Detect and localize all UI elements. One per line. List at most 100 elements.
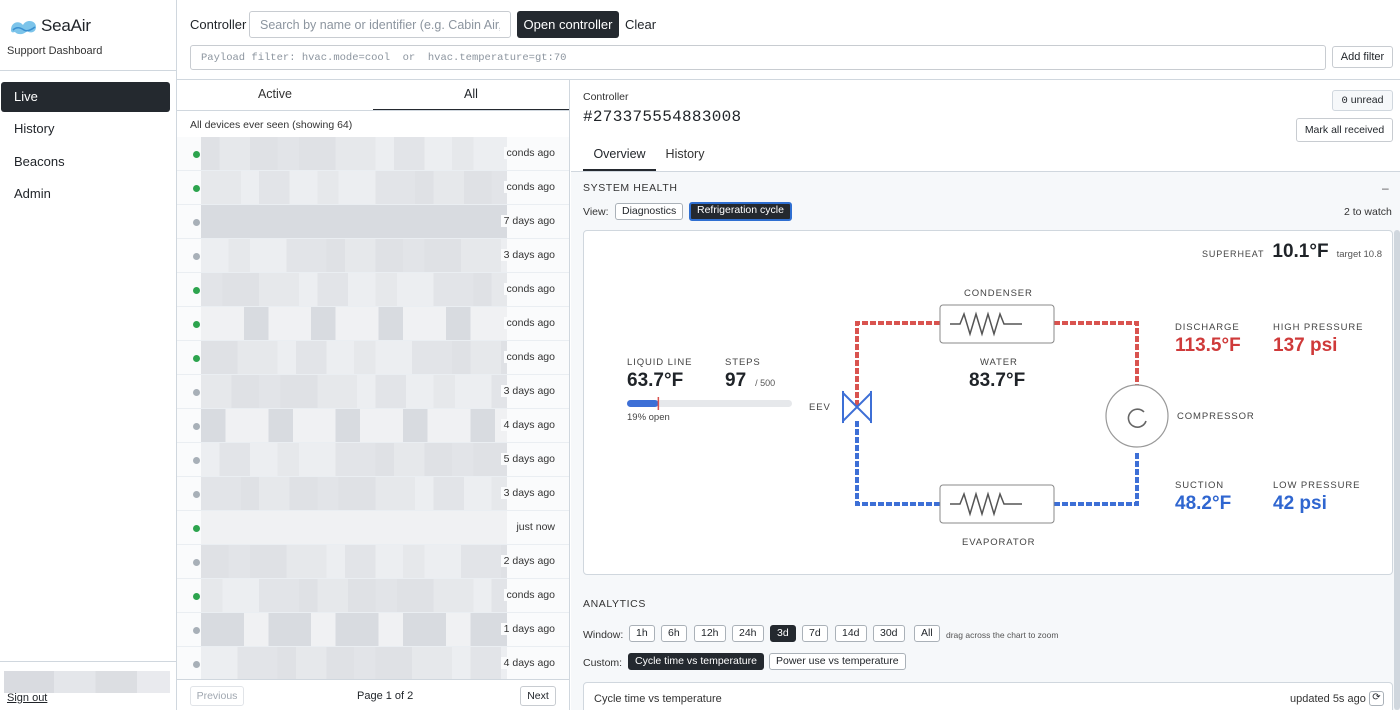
suction-value: 48.2°F: [1175, 493, 1232, 514]
custom-power-use-button[interactable]: Power use vs temperature: [769, 653, 906, 670]
status-offline-icon: [193, 253, 200, 260]
tab-overview[interactable]: Overview: [583, 147, 656, 171]
table-row[interactable]: 3 days ago: [177, 239, 569, 273]
table-row[interactable]: conds ago: [177, 307, 569, 341]
table-row[interactable]: conds ago: [177, 137, 569, 171]
table-row[interactable]: 1 days ago: [177, 613, 569, 647]
redacted-device-name: [201, 273, 507, 306]
device-list: conds ago conds ago 7 days ago 3 days ago co…: [177, 137, 569, 681]
low-pressure-label: LOW PRESSURE: [1273, 480, 1361, 491]
table-row[interactable]: 5 days ago: [177, 443, 569, 477]
controller-detail-panel: Controller #273375554883008 0 unread Mar…: [571, 80, 1400, 710]
high-pressure-value: 137 psi: [1273, 335, 1338, 356]
controller-search-input[interactable]: [249, 11, 511, 38]
table-row[interactable]: 3 days ago: [177, 477, 569, 511]
window-24h-button[interactable]: 24h: [732, 625, 764, 642]
redacted-device-name: [201, 477, 507, 510]
clear-button[interactable]: Clear: [625, 17, 656, 32]
last-seen: 4 days ago: [500, 419, 555, 431]
table-row[interactable]: conds ago: [177, 273, 569, 307]
last-seen: 1 days ago: [500, 623, 555, 635]
table-row[interactable]: 2 days ago: [177, 545, 569, 579]
custom-cycle-time-button[interactable]: Cycle time vs temperature: [628, 653, 764, 670]
window-1h-button[interactable]: 1h: [629, 625, 655, 642]
sidebar-item-live[interactable]: Live: [1, 82, 170, 112]
redacted-device-name: [201, 171, 507, 204]
previous-page-button[interactable]: Previous: [190, 686, 244, 706]
sign-out-link[interactable]: Sign out: [7, 692, 47, 704]
window-12h-button[interactable]: 12h: [694, 625, 726, 642]
open-controller-button[interactable]: Open controller: [517, 11, 619, 38]
water-label: WATER: [980, 357, 1018, 368]
detail-header: Controller #273375554883008 0 unread Mar…: [571, 80, 1400, 172]
payload-filter-input[interactable]: [190, 45, 1326, 70]
user-account-redacted: [4, 671, 170, 693]
view-refrigeration-cycle-button[interactable]: Refrigeration cycle: [689, 202, 792, 221]
steps-value: 97: [725, 370, 747, 391]
compressor-label: COMPRESSOR: [1177, 411, 1255, 422]
drag-hint: drag across the chart to zoom: [946, 630, 1059, 640]
sidebar-item-beacons[interactable]: Beacons: [1, 147, 170, 177]
divider: [0, 661, 176, 662]
redacted-device-name: [201, 307, 507, 340]
status-offline-icon: [193, 219, 200, 226]
table-row[interactable]: 4 days ago: [177, 647, 569, 681]
window-6h-button[interactable]: 6h: [661, 625, 687, 642]
cold-line-right: [1054, 451, 1139, 506]
sidebar-item-history[interactable]: History: [1, 114, 170, 144]
tab-all[interactable]: All: [373, 80, 569, 111]
redacted-device-name: [201, 511, 507, 544]
window-7d-button[interactable]: 7d: [802, 625, 828, 642]
analytics-chart-card: Cycle time vs temperature updated 5s ago…: [583, 682, 1393, 710]
status-online-icon: [193, 355, 200, 362]
high-pressure-label: HIGH PRESSURE: [1273, 322, 1364, 333]
table-row[interactable]: conds ago: [177, 341, 569, 375]
table-row[interactable]: just now: [177, 511, 569, 545]
redacted-device-name: [201, 205, 507, 238]
controller-id: #273375554883008: [583, 108, 742, 126]
last-seen: conds ago: [503, 181, 555, 193]
superheat-value: 10.1°F: [1272, 241, 1329, 262]
superheat-target: target 10.8: [1336, 249, 1382, 260]
steps-readout: 97 / 500: [725, 370, 775, 392]
sidebar-item-admin[interactable]: Admin: [1, 179, 170, 209]
table-row[interactable]: conds ago: [177, 579, 569, 613]
tab-history[interactable]: History: [663, 147, 707, 171]
brand-name: SeaAir: [41, 16, 91, 35]
status-offline-icon: [193, 491, 200, 498]
table-row[interactable]: 7 days ago: [177, 205, 569, 239]
page-indicator: Page 1 of 2: [357, 690, 414, 702]
scrollbar[interactable]: [1394, 230, 1400, 710]
brand-logo[interactable]: SeaAir: [9, 16, 91, 36]
window-14d-button[interactable]: 14d: [835, 625, 867, 642]
tab-active[interactable]: Active: [177, 80, 373, 111]
next-page-button[interactable]: Next: [520, 686, 556, 706]
collapse-section-button[interactable]: –: [1382, 181, 1389, 195]
table-row[interactable]: 3 days ago: [177, 375, 569, 409]
status-offline-icon: [193, 457, 200, 464]
redacted-device-name: [201, 613, 507, 646]
watch-count: 2 to watch: [1344, 206, 1392, 218]
table-row[interactable]: 4 days ago: [177, 409, 569, 443]
last-seen: 4 days ago: [500, 657, 555, 669]
status-offline-icon: [193, 423, 200, 430]
table-row[interactable]: conds ago: [177, 171, 569, 205]
last-seen: just now: [513, 521, 555, 533]
window-3d-button[interactable]: 3d: [770, 625, 796, 642]
redacted-device-name: [201, 443, 507, 476]
steps-label: STEPS: [725, 357, 761, 368]
refresh-icon[interactable]: ⟳: [1369, 691, 1384, 706]
superheat-label: SUPERHEAT: [1201, 249, 1265, 259]
last-seen: 2 days ago: [500, 555, 555, 567]
redacted-device-name: [201, 545, 507, 578]
pagination: Previous Page 1 of 2 Next: [177, 679, 569, 710]
last-seen: conds ago: [503, 283, 555, 295]
mark-all-received-button[interactable]: Mark all received: [1296, 118, 1393, 142]
window-all-button[interactable]: All: [914, 625, 940, 642]
add-filter-button[interactable]: Add filter: [1332, 46, 1393, 68]
water-value: 83.7°F: [969, 370, 1026, 391]
status-offline-icon: [193, 627, 200, 634]
window-30d-button[interactable]: 30d: [873, 625, 905, 642]
redacted-device-name: [201, 137, 507, 170]
view-diagnostics-button[interactable]: Diagnostics: [615, 203, 684, 220]
